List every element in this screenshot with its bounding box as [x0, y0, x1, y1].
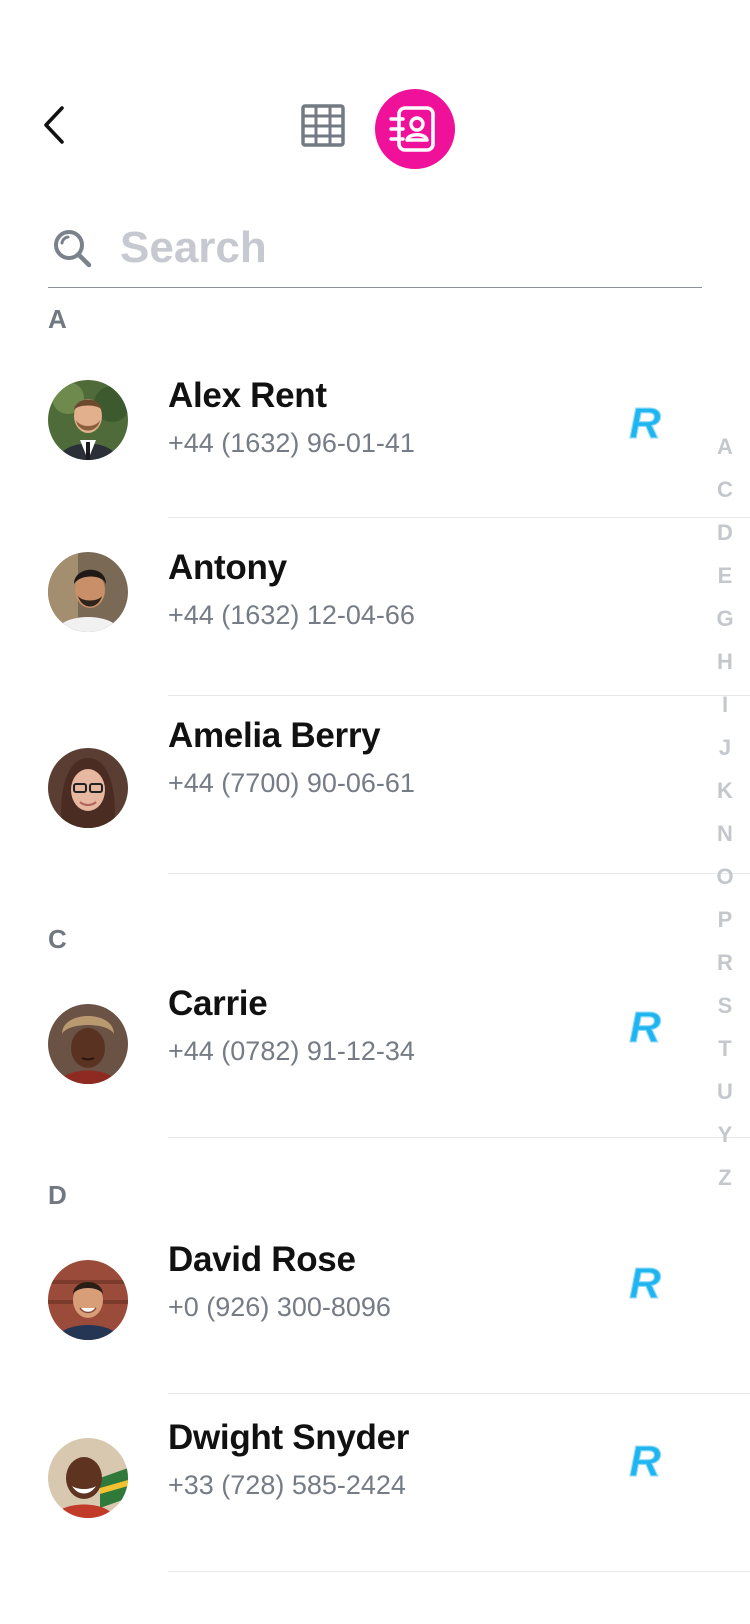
avatar — [48, 1260, 128, 1340]
chevron-left-icon — [44, 106, 64, 144]
contact-phone: +44 (1632) 12-04-66 — [168, 600, 415, 630]
contact-phone: +44 (0782) 91-12-34 — [168, 1036, 415, 1066]
alphabet-index: A C D E G H I J K N O P R S T U Y Z — [700, 425, 750, 1199]
contact-row-antony[interactable]: Antony +44 (1632) 12-04-66 — [0, 518, 750, 696]
revolut-r-icon: R R — [629, 1258, 662, 1306]
index-letter-p[interactable]: P — [700, 898, 750, 941]
tab-contacts[interactable] — [375, 89, 455, 169]
contact-name: Alex Rent — [168, 376, 327, 415]
revolut-r-icon: R R — [629, 1002, 662, 1050]
contact-name: Dwight Snyder — [168, 1418, 410, 1457]
index-letter-o[interactable]: O — [700, 855, 750, 898]
index-letter-r[interactable]: R — [700, 941, 750, 984]
index-letter-y[interactable]: Y — [700, 1113, 750, 1156]
index-letter-c[interactable]: C — [700, 468, 750, 511]
section-header-c: C — [48, 924, 67, 954]
contact-name: Antony — [168, 548, 287, 587]
back-button[interactable] — [36, 100, 80, 150]
index-letter-i[interactable]: I — [700, 683, 750, 726]
index-letter-u[interactable]: U — [700, 1070, 750, 1113]
avatar — [48, 748, 128, 828]
contact-row-amelia-berry[interactable]: Amelia Berry +44 (7700) 90-06-61 — [0, 696, 750, 874]
row-divider — [168, 873, 750, 874]
contact-name: Carrie — [168, 984, 268, 1023]
avatar — [48, 380, 128, 460]
search-icon — [54, 230, 92, 268]
section-header-a: A — [48, 304, 67, 334]
index-letter-t[interactable]: T — [700, 1027, 750, 1070]
avatar — [48, 552, 128, 632]
keypad-grid-icon — [301, 104, 345, 147]
index-letter-s[interactable]: S — [700, 984, 750, 1027]
contact-row-alex-rent[interactable]: Alex Rent +44 (1632) 96-01-41 R R — [0, 340, 750, 518]
index-letter-z[interactable]: Z — [700, 1156, 750, 1199]
revolut-r-icon: R R — [629, 1436, 662, 1484]
index-letter-h[interactable]: H — [700, 640, 750, 683]
section-header-d: D — [48, 1180, 67, 1210]
contact-row-dwight-snyder[interactable]: Dwight Snyder +33 (728) 585-2424 R R — [0, 1394, 750, 1572]
contact-phone: +0 (926) 300-8096 — [168, 1292, 391, 1322]
tab-keypad[interactable] — [300, 102, 348, 150]
index-letter-k[interactable]: K — [700, 769, 750, 812]
revolut-r-icon: R R — [629, 398, 662, 446]
search-bar — [48, 218, 702, 288]
contact-row-david-rose[interactable]: David Rose +0 (926) 300-8096 R R — [0, 1216, 750, 1394]
svg-text:R: R — [629, 1259, 661, 1306]
svg-text:R: R — [629, 1003, 661, 1050]
contact-phone: +33 (728) 585-2424 — [168, 1470, 406, 1500]
contact-phone: +44 (1632) 96-01-41 — [168, 428, 415, 458]
index-letter-a[interactable]: A — [700, 425, 750, 468]
index-letter-e[interactable]: E — [700, 554, 750, 597]
contact-name: David Rose — [168, 1240, 356, 1279]
contact-book-icon — [389, 106, 435, 152]
index-letter-j[interactable]: J — [700, 726, 750, 769]
avatar — [48, 1004, 128, 1084]
svg-text:R: R — [629, 1437, 661, 1484]
index-letter-g[interactable]: G — [700, 597, 750, 640]
svg-text:R: R — [629, 399, 661, 446]
contact-phone: +44 (7700) 90-06-61 — [168, 768, 415, 798]
row-divider — [168, 1137, 750, 1138]
index-letter-n[interactable]: N — [700, 812, 750, 855]
contact-row-carrie[interactable]: Carrie +44 (0782) 91-12-34 R R — [0, 960, 750, 1138]
avatar — [48, 1438, 128, 1518]
row-divider — [168, 1571, 750, 1572]
index-letter-d[interactable]: D — [700, 511, 750, 554]
contact-name: Amelia Berry — [168, 716, 381, 755]
search-input[interactable] — [120, 220, 680, 276]
